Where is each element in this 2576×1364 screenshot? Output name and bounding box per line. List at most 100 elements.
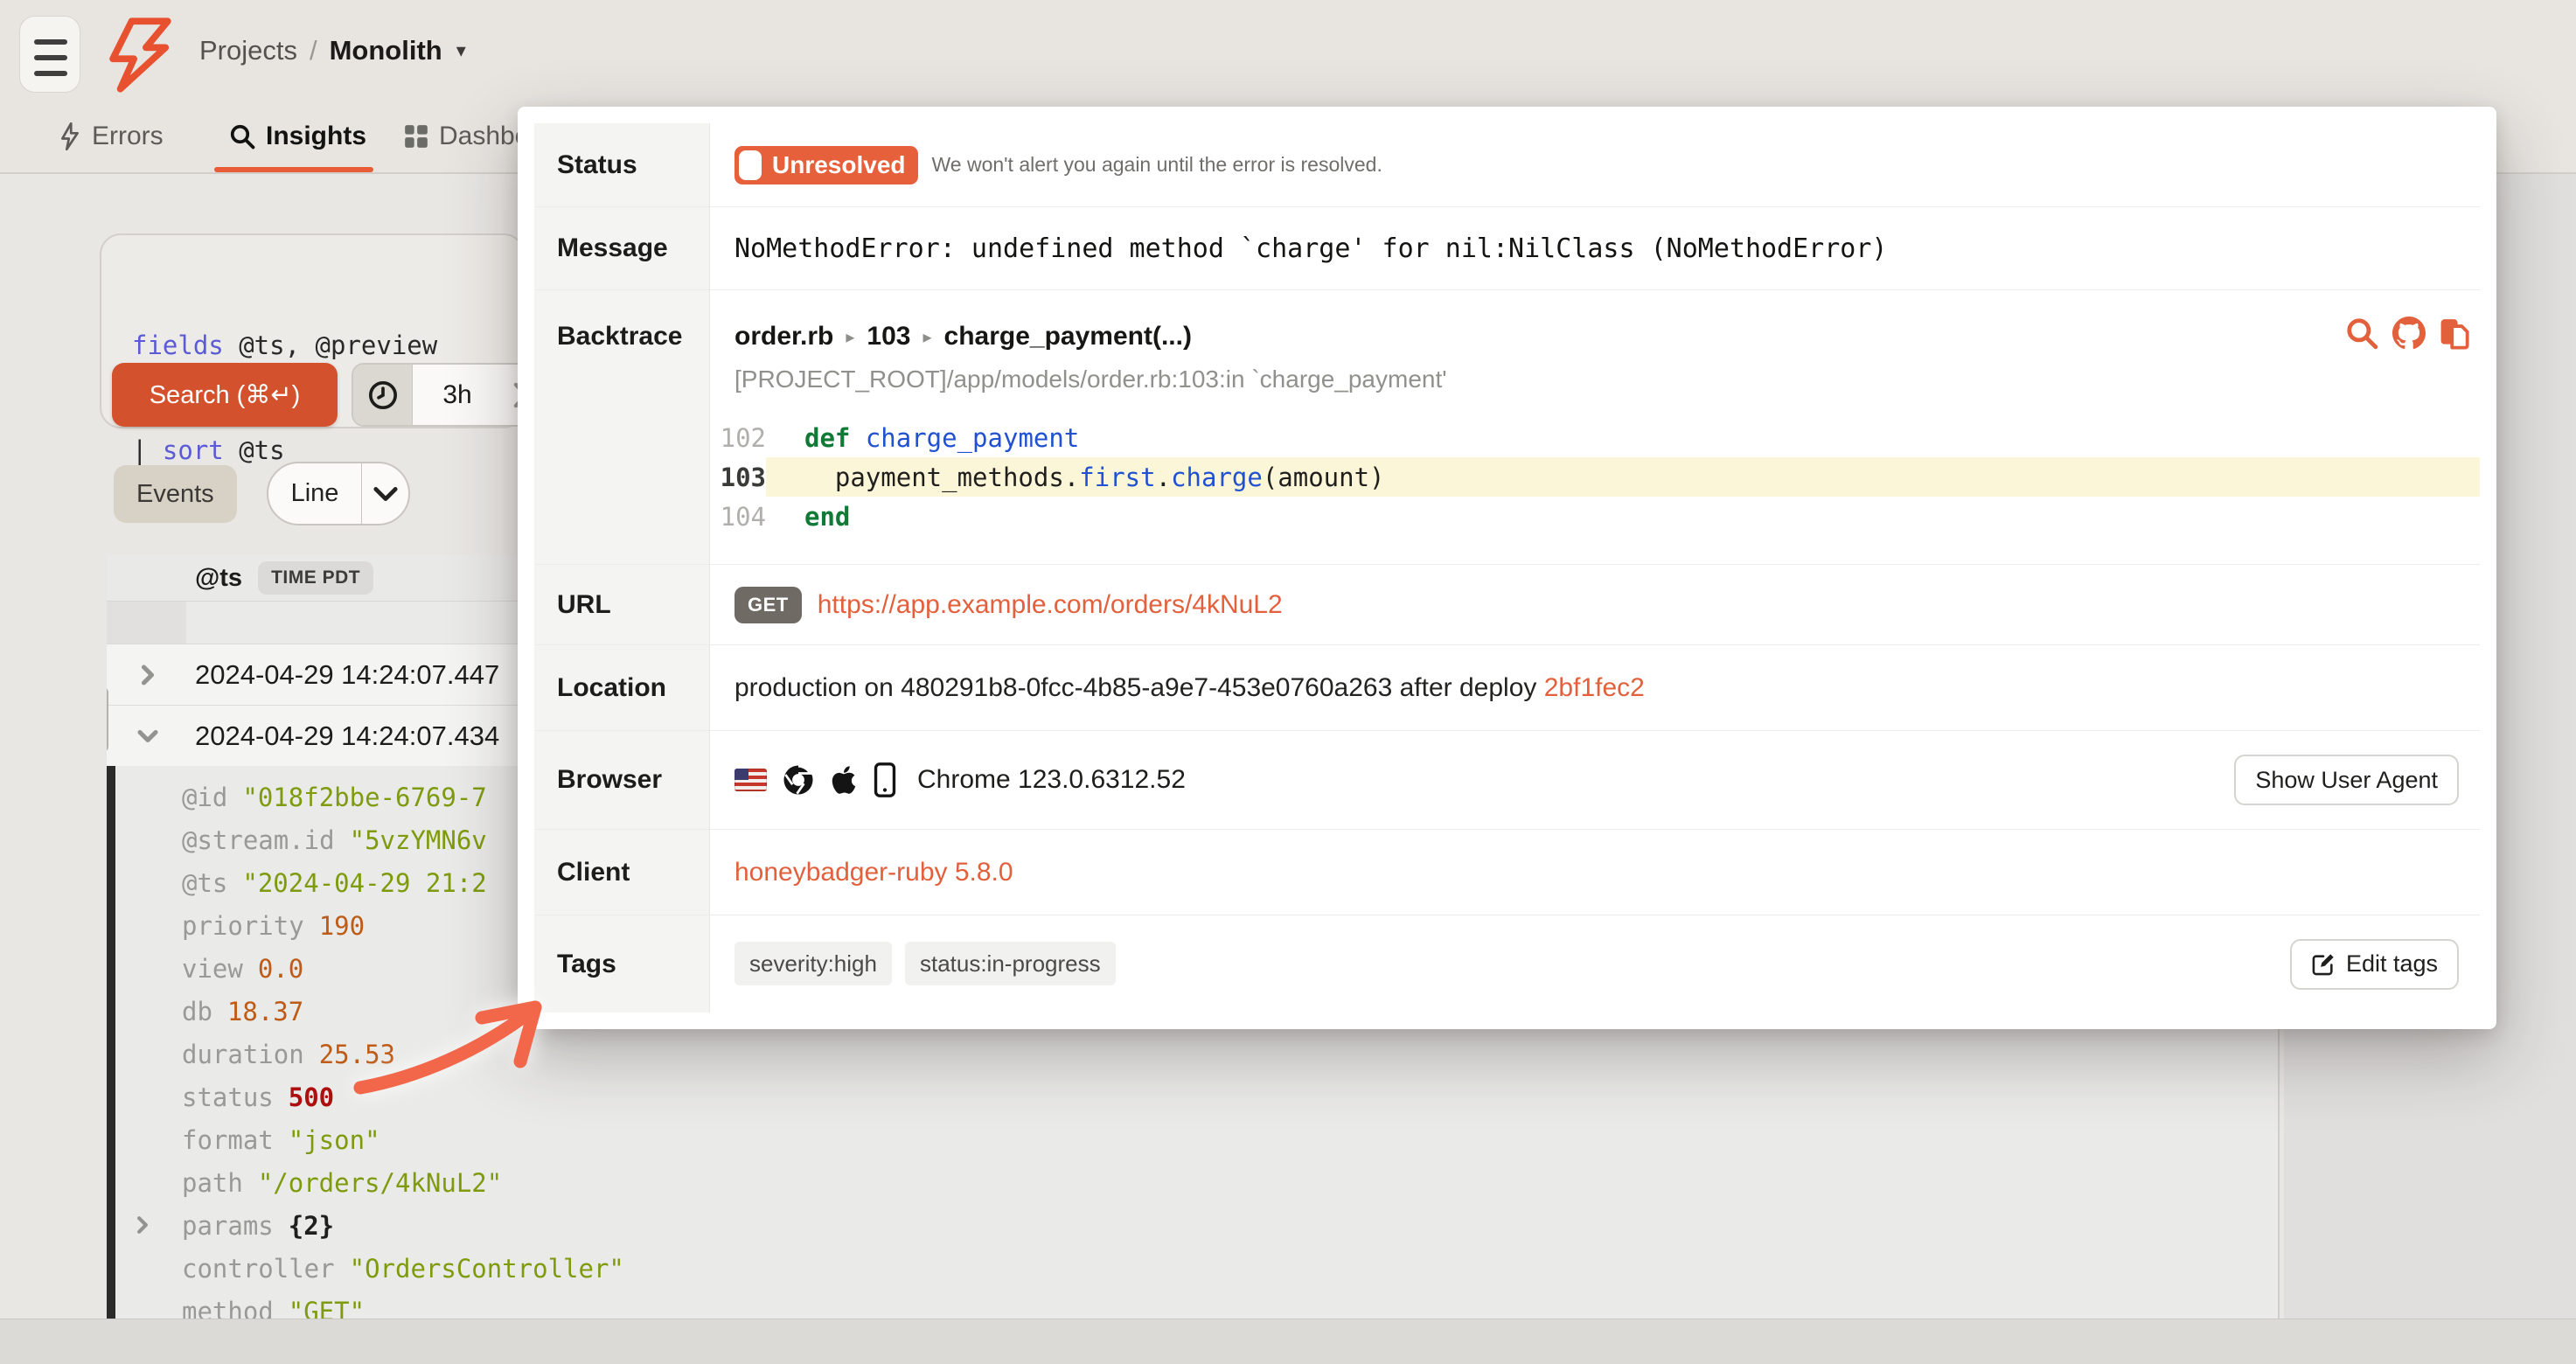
deploy-link[interactable]: 2bf1fec2 bbox=[1544, 673, 1645, 702]
field-value: {2} bbox=[289, 1211, 334, 1241]
breadcrumb-projects[interactable]: Projects bbox=[199, 35, 297, 66]
chart-type-select[interactable]: Line bbox=[267, 462, 410, 525]
client-library-link[interactable]: honeybadger-ruby 5.8.0 bbox=[735, 858, 1013, 887]
menu-button[interactable] bbox=[19, 16, 80, 93]
code-line: 104end bbox=[719, 497, 2480, 536]
error-message: NoMethodError: undefined method `charge'… bbox=[735, 233, 1888, 264]
field-value: "5vzYMN6v bbox=[350, 825, 487, 855]
code-segment: . bbox=[1156, 463, 1171, 492]
browser-row: Browser Chrome 123.0.6312.52 Show User A… bbox=[534, 730, 2480, 829]
code-snippet: 102def charge_payment103 payment_methods… bbox=[719, 418, 2480, 536]
code-segment: payment_methods. bbox=[804, 463, 1079, 492]
field-key: duration bbox=[182, 1040, 304, 1069]
browser-label: Browser bbox=[557, 765, 710, 795]
field-value: "/orders/4kNuL2" bbox=[258, 1168, 502, 1198]
line-number: 102 bbox=[719, 423, 766, 453]
tab-errors[interactable]: Errors bbox=[59, 101, 164, 172]
field-key: status bbox=[182, 1082, 274, 1112]
top-header: Projects / Monolith ▾ bbox=[0, 0, 2576, 101]
http-method-badge: GET bbox=[735, 587, 802, 623]
resolve-checkbox[interactable] bbox=[739, 150, 762, 180]
events-toggle-button[interactable]: Events bbox=[114, 465, 237, 523]
code-segment: (amount) bbox=[1263, 463, 1385, 492]
status-badge-label: Unresolved bbox=[772, 151, 906, 179]
field-value: "GET" bbox=[289, 1297, 365, 1319]
url-label: URL bbox=[557, 590, 710, 620]
field-value: 500 bbox=[289, 1082, 334, 1112]
event-field: params {2} bbox=[107, 1204, 624, 1247]
edit-pencil-icon bbox=[2311, 952, 2336, 977]
backtrace-method[interactable]: charge_payment(...) bbox=[944, 322, 1192, 351]
chrome-icon bbox=[783, 764, 814, 796]
line-number: 103 bbox=[719, 463, 766, 492]
chevron-right-icon: ▸ bbox=[846, 326, 854, 348]
code-segment: fields bbox=[132, 331, 224, 360]
field-key: @id bbox=[182, 783, 227, 812]
backtrace-breadcrumb[interactable]: order.rb ▸ 103 ▸ charge_payment(...) bbox=[735, 322, 1192, 351]
apple-icon bbox=[830, 764, 858, 796]
copy-icon[interactable] bbox=[2440, 317, 2473, 350]
backtrace-file[interactable]: order.rb bbox=[735, 322, 833, 351]
error-detail-modal: Status Unresolved We won't alert you aga… bbox=[518, 107, 2496, 1029]
field-value: 25.53 bbox=[319, 1040, 395, 1069]
backtrace-line-number[interactable]: 103 bbox=[867, 322, 910, 351]
github-icon[interactable] bbox=[2392, 317, 2426, 350]
chevron-down-icon[interactable] bbox=[362, 463, 408, 524]
code-segment: first bbox=[1079, 463, 1155, 492]
status-row: Status Unresolved We won't alert you aga… bbox=[534, 123, 2480, 206]
honeybadger-logo-icon[interactable] bbox=[105, 17, 175, 93]
field-value: 18.37 bbox=[227, 997, 303, 1026]
search-code-icon[interactable] bbox=[2345, 317, 2378, 350]
mobile-phone-icon bbox=[874, 762, 896, 797]
message-label: Message bbox=[557, 233, 710, 263]
location-text: production on 480291b8-0fcc-4b85-a9e7-45… bbox=[735, 673, 1645, 703]
field-value: "018f2bbe-6769-7 bbox=[242, 783, 486, 812]
timezone-badge: TIME PDT bbox=[258, 561, 373, 595]
tags-row: Tags severity:highstatus:in-progress Edi… bbox=[534, 915, 2480, 1013]
chevron-right-icon[interactable] bbox=[131, 1214, 154, 1236]
chart-type-value[interactable]: Line bbox=[268, 463, 361, 524]
tab-insights[interactable]: Insights bbox=[229, 101, 366, 172]
grid-icon bbox=[404, 124, 428, 149]
edit-tags-button[interactable]: Edit tags bbox=[2290, 939, 2459, 990]
message-row: Message NoMethodError: undefined method … bbox=[534, 206, 2480, 289]
field-key: format bbox=[182, 1125, 274, 1155]
field-key: @ts bbox=[182, 868, 227, 898]
clock-segment[interactable] bbox=[353, 365, 413, 425]
code-text: end bbox=[804, 502, 850, 532]
field-value: "json" bbox=[289, 1125, 380, 1155]
event-field: duration 25.53 bbox=[107, 1033, 624, 1075]
url-row: URL GET https://app.example.com/orders/4… bbox=[534, 564, 2480, 644]
status-badge[interactable]: Unresolved bbox=[735, 146, 918, 184]
code-segment: sort bbox=[163, 435, 224, 465]
client-row: Client honeybadger-ruby 5.8.0 bbox=[534, 829, 2480, 915]
code-segment: @ts bbox=[224, 435, 285, 465]
project-dropdown-caret-icon[interactable]: ▾ bbox=[456, 39, 466, 62]
search-button[interactable]: Search (⌘↵) bbox=[112, 363, 338, 427]
code-segment: end bbox=[804, 502, 850, 532]
chevron-right-icon: ▸ bbox=[922, 326, 931, 348]
time-range-control[interactable]: 3h bbox=[352, 363, 544, 427]
location-label: Location bbox=[557, 673, 710, 703]
bottom-strip bbox=[0, 1319, 2576, 1364]
query-panel: fields @ts, @preview | sort @ts Search (… bbox=[100, 233, 525, 428]
app-root: Projects / Monolith ▾ Errors Insights Da… bbox=[0, 0, 2576, 1364]
breadcrumb-project-name[interactable]: Monolith bbox=[330, 35, 442, 66]
field-key: db bbox=[182, 997, 212, 1026]
scrollbar-thumb[interactable] bbox=[107, 687, 108, 752]
field-key: params bbox=[182, 1211, 274, 1241]
field-key: @stream.id bbox=[182, 825, 335, 855]
chevron-right-icon[interactable] bbox=[135, 662, 161, 688]
row-timestamp: 2024-04-29 14:24:07.447 bbox=[195, 659, 499, 691]
time-range-value[interactable]: 3h bbox=[413, 365, 502, 425]
field-value: 0.0 bbox=[258, 954, 303, 984]
show-user-agent-button[interactable]: Show User Agent bbox=[2234, 755, 2459, 805]
chevron-down-icon[interactable] bbox=[135, 723, 161, 749]
code-segment: charge bbox=[1171, 463, 1263, 492]
row-timestamp: 2024-04-29 14:24:07.434 bbox=[195, 720, 499, 752]
tab-insights-label: Insights bbox=[266, 122, 366, 151]
request-url-link[interactable]: https://app.example.com/orders/4kNuL2 bbox=[818, 590, 1283, 620]
field-key: path bbox=[182, 1168, 243, 1198]
column-header-ts[interactable]: @ts bbox=[195, 564, 242, 593]
event-field: path "/orders/4kNuL2" bbox=[107, 1161, 624, 1204]
